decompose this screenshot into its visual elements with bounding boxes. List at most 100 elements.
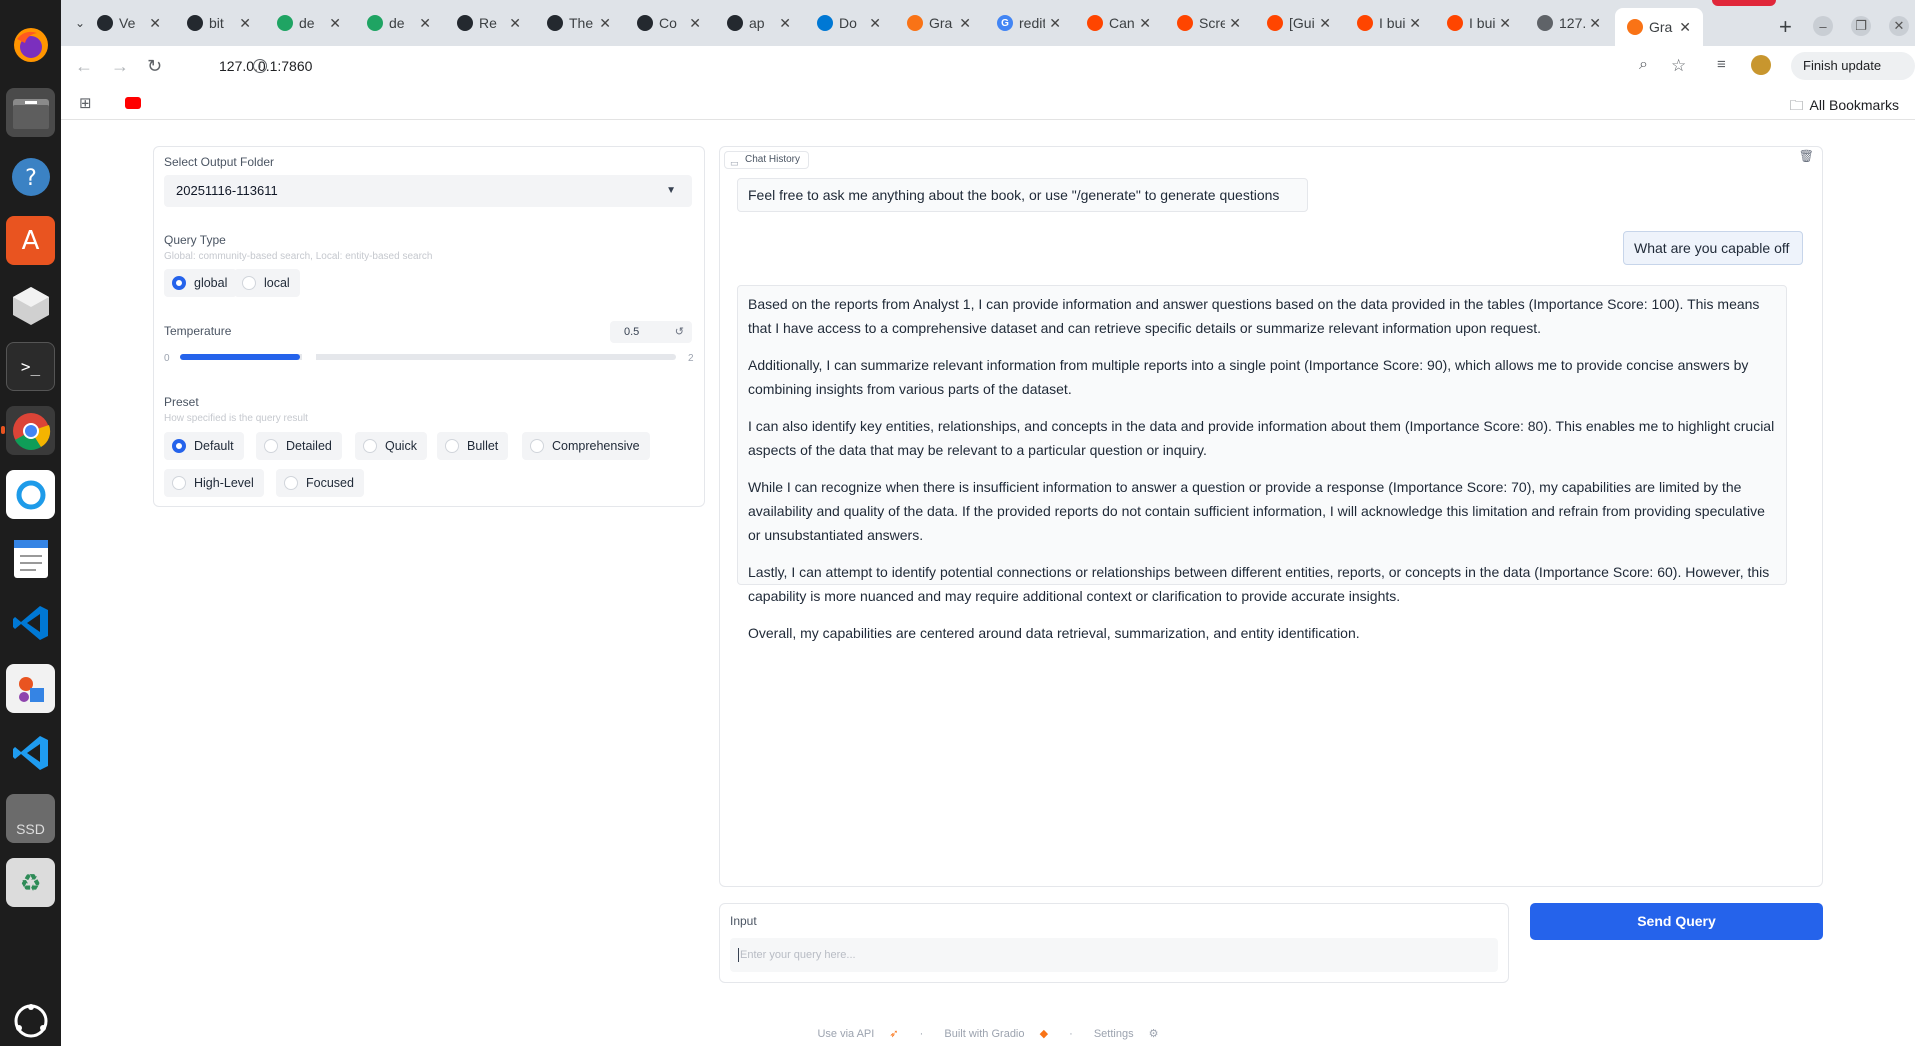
all-bookmarks[interactable]: 🗀 All Bookmarks	[1790, 95, 1899, 119]
terminal-icon[interactable]: >_	[6, 342, 55, 391]
files-icon[interactable]	[6, 88, 55, 137]
slider-thumb[interactable]	[302, 349, 316, 365]
browser-tab[interactable]: I built✕	[1435, 8, 1523, 38]
browser-tab[interactable]: ap ✕	[715, 8, 803, 38]
browser-tab[interactable]: Can yo✕	[1075, 8, 1163, 38]
query-input[interactable]: Enter your query here...	[730, 938, 1498, 972]
tab-label: Co	[659, 15, 677, 31]
use-via-api-link[interactable]: Use via API ➶	[811, 1028, 904, 1040]
close-window-icon[interactable]: ✕	[1889, 16, 1909, 36]
browser-tab[interactable]: de ✕	[265, 8, 353, 38]
send-query-button[interactable]: Send Query	[1530, 903, 1823, 940]
browser-tab[interactable]: de ✕	[355, 8, 443, 38]
sync-icon[interactable]	[6, 470, 55, 519]
browser-tab[interactable]: Gredit ✕	[985, 8, 1073, 38]
browser-tab[interactable]: Screen✕	[1165, 8, 1253, 38]
minimize-icon[interactable]: –	[1813, 16, 1833, 36]
query-type-info: Global: community-based search, Local: e…	[164, 251, 433, 262]
temperature-slider[interactable]	[180, 349, 676, 365]
help-icon[interactable]: ?	[6, 152, 55, 201]
firefox-icon[interactable]	[6, 20, 55, 69]
chrome-icon[interactable]	[6, 406, 55, 455]
vscode-icon[interactable]	[6, 598, 55, 647]
greeting-text: Feel free to ask me anything about the b…	[748, 187, 1280, 203]
close-tab-icon[interactable]: ✕	[1589, 15, 1601, 32]
finish-update-button[interactable]: Finish update ⋮	[1791, 52, 1915, 101]
zoom-icon[interactable]: ⌕	[1639, 56, 1648, 74]
tab-label: The	[569, 15, 594, 31]
browser-tab[interactable]: Re ✕	[445, 8, 533, 38]
profile-avatar[interactable]	[1751, 55, 1771, 75]
close-tab-icon[interactable]: ✕	[509, 15, 521, 32]
app-center-icon[interactable]: A	[6, 216, 55, 265]
close-tab-icon[interactable]: ✕	[1319, 15, 1331, 32]
settings-link[interactable]: Settings ⚙	[1088, 1028, 1165, 1040]
paint-icon[interactable]	[6, 664, 55, 713]
software-icon[interactable]	[6, 280, 55, 329]
browser-tab[interactable]: Co ✕	[625, 8, 713, 38]
forward-icon[interactable]: →	[111, 56, 129, 77]
ssd-icon[interactable]: SSD	[6, 794, 55, 843]
close-tab-icon[interactable]: ✕	[329, 15, 341, 32]
new-tab-icon[interactable]: +	[1779, 14, 1792, 40]
browser-tab[interactable]: Do ✕	[805, 8, 893, 38]
browser-tab[interactable]: The ✕	[535, 8, 623, 38]
close-tab-icon[interactable]: ✕	[149, 15, 161, 32]
close-tab-icon[interactable]: ✕	[419, 15, 431, 32]
close-tab-icon[interactable]: ✕	[1049, 15, 1061, 32]
built-with-gradio-link[interactable]: Built with Gradio ◆	[938, 1028, 1054, 1040]
drive-icon	[277, 15, 293, 31]
radio-local[interactable]: local	[234, 269, 300, 297]
show-apps-icon[interactable]	[6, 996, 55, 1045]
close-tab-icon[interactable]: ✕	[869, 15, 881, 32]
browser-tab[interactable]: Gra ✕	[895, 8, 983, 38]
close-tab-icon[interactable]: ✕	[1679, 19, 1691, 36]
restore-icon[interactable]: ❐	[1851, 16, 1871, 36]
preset-bullet[interactable]: Bullet	[437, 432, 509, 460]
close-tab-icon[interactable]: ✕	[1499, 15, 1511, 32]
bookmark-star-icon[interactable]: ☆	[1671, 56, 1686, 76]
back-icon[interactable]: ←	[75, 56, 93, 77]
preset-quick[interactable]: Quick	[355, 432, 427, 460]
browser-tab[interactable]: Ve ✕	[85, 8, 173, 38]
apps-grid-icon[interactable]: ⊞	[79, 94, 92, 112]
preset-default[interactable]: Default	[164, 432, 244, 460]
preset-high-level-label: High-Level	[194, 476, 254, 490]
radio-global[interactable]: global	[164, 269, 238, 297]
browser-tab[interactable]: Gra ✕	[1615, 8, 1703, 46]
close-tab-icon[interactable]: ✕	[779, 15, 791, 32]
tab-search-icon[interactable]: ⌄	[75, 16, 85, 30]
preset-comprehensive[interactable]: Comprehensive	[522, 432, 650, 460]
browser-tab[interactable]: [Guide✕	[1255, 8, 1343, 38]
close-tab-icon[interactable]: ✕	[689, 15, 701, 32]
text-editor-icon[interactable]	[6, 534, 55, 583]
close-tab-icon[interactable]: ✕	[1139, 15, 1151, 32]
browser-tab[interactable]: I built✕	[1345, 8, 1433, 38]
output-folder-select[interactable]: 20251116-113611 ▼	[164, 175, 692, 207]
close-tab-icon[interactable]: ✕	[959, 15, 971, 32]
media-control-icon[interactable]: ≡	[1717, 56, 1726, 73]
reload-icon[interactable]: ↻	[147, 56, 162, 77]
browser-tab[interactable]: bit ✕	[175, 8, 263, 38]
close-tab-icon[interactable]: ✕	[599, 15, 611, 32]
site-info-icon[interactable]: i	[253, 59, 267, 73]
preset-detailed[interactable]: Detailed	[256, 432, 342, 460]
preset-high-level[interactable]: High-Level	[164, 469, 264, 497]
browser-tab[interactable]: 127.0.✕	[1525, 8, 1613, 38]
drive-icon	[367, 15, 383, 31]
tab-label: Screen	[1199, 15, 1225, 31]
temperature-input[interactable]: 0.5 ↺	[610, 321, 692, 343]
tab-label: Do	[839, 15, 857, 31]
tab-label: Can yo	[1109, 15, 1135, 31]
vscode-insiders-icon[interactable]	[6, 728, 55, 777]
close-tab-icon[interactable]: ✕	[1229, 15, 1241, 32]
address-bar[interactable]: i 127.0.0.1:7860	[181, 50, 1781, 82]
reset-icon[interactable]: ↺	[675, 321, 684, 343]
trash-icon[interactable]: ♻	[6, 858, 55, 907]
settings-panel: Select Output Folder 20251116-113611 ▼ Q…	[153, 146, 705, 507]
youtube-icon[interactable]	[125, 97, 141, 109]
close-tab-icon[interactable]: ✕	[239, 15, 251, 32]
preset-focused[interactable]: Focused	[276, 469, 364, 497]
clear-chat-icon[interactable]: 🗑	[1799, 149, 1814, 163]
close-tab-icon[interactable]: ✕	[1409, 15, 1421, 32]
